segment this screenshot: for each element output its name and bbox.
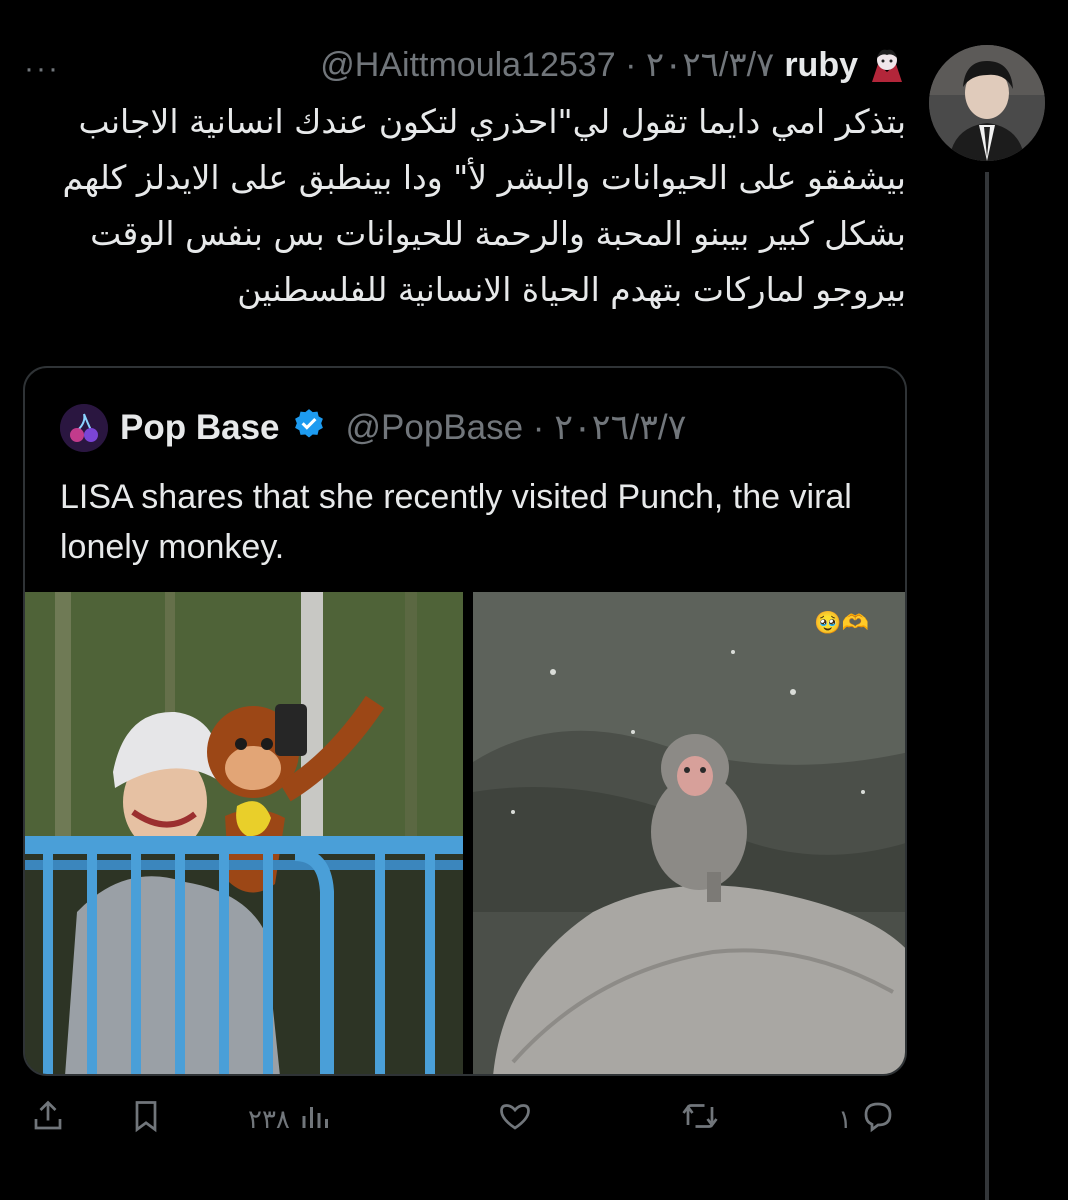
quote-text: LISA shares that she recently visited Pu… (60, 478, 852, 566)
quote-photo-lisa[interactable] (25, 592, 463, 1074)
author-avatar[interactable] (929, 45, 1045, 161)
quote-photo-monkey[interactable]: 🥹🫶 (473, 592, 905, 1074)
vampire-emoji-icon (868, 46, 906, 84)
emoji-overlay: 🥹🫶 (814, 610, 869, 635)
cherry-logo-icon[interactable] (60, 404, 108, 452)
retweet-icon (680, 1098, 720, 1141)
quote-tweet-card[interactable]: Pop Base @PopBase · ٢٠٢٦/٣/٧ LISA shares… (23, 366, 907, 1076)
tweet-action-bar: ١ ٢٣٨ (0, 1098, 1068, 1148)
more-options-button[interactable]: ··· (24, 52, 60, 86)
bookmark-button[interactable] (128, 1098, 164, 1141)
quote-author-name[interactable]: Pop Base (120, 408, 280, 448)
like-button[interactable] (496, 1098, 542, 1141)
tweet-header: ruby @HAittmoula12537 · ٢٠٢٦/٣/٧ (320, 44, 906, 86)
quote-header: Pop Base @PopBase · ٢٠٢٦/٣/٧ (60, 404, 686, 452)
reply-button[interactable]: ١ (838, 1098, 896, 1141)
tweet-text: بتذكر امي دايما تقول لي"احذري لتكون عندك… (62, 102, 906, 309)
verified-badge-icon (292, 407, 326, 450)
share-button[interactable] (30, 1098, 66, 1141)
display-name[interactable]: ruby (784, 46, 858, 85)
reply-icon (860, 1098, 896, 1141)
like-icon (496, 1098, 534, 1141)
thread-line (985, 172, 989, 1200)
share-icon (30, 1098, 66, 1141)
bookmark-icon (128, 1098, 164, 1141)
handle-and-date[interactable]: @HAittmoula12537 · ٢٠٢٦/٣/٧ (320, 45, 774, 85)
views-button[interactable]: ٢٣٨ (248, 1098, 334, 1141)
views-icon (298, 1098, 334, 1141)
views-count: ٢٣٨ (248, 1104, 290, 1134)
reply-count: ١ (838, 1104, 852, 1134)
quote-handle-date[interactable]: @PopBase · ٢٠٢٦/٣/٧ (346, 408, 687, 448)
retweet-button[interactable] (680, 1098, 728, 1141)
